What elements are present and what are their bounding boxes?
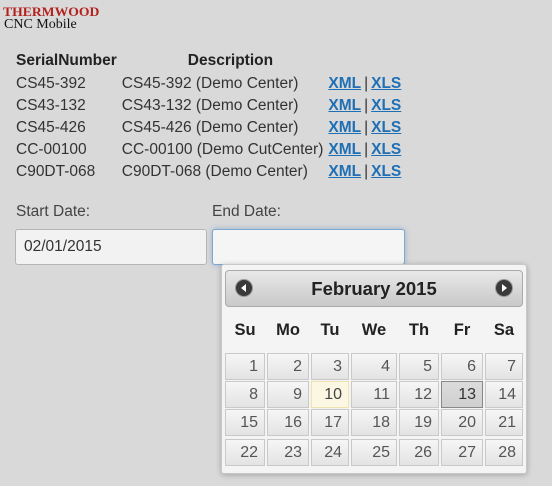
calendar-day[interactable]: 23 bbox=[267, 439, 309, 466]
xls-link[interactable]: XLS bbox=[371, 141, 401, 158]
calendar-day[interactable]: 5 bbox=[399, 353, 439, 380]
link-separator: | bbox=[364, 97, 369, 114]
table-row: C90DT-068 C90DT-068 (Demo Center) XML | XLS bbox=[13, 161, 403, 183]
serial-number-cell: CC-00100 bbox=[16, 141, 87, 158]
description-cell: CS45-392 (Demo Center) bbox=[121, 75, 299, 92]
link-separator: | bbox=[364, 119, 369, 136]
app-logo: THERMWOOD CNC Mobile bbox=[3, 5, 99, 32]
calendar-day[interactable]: 20 bbox=[441, 409, 483, 436]
start-date-input[interactable]: 02/01/2015 bbox=[15, 229, 207, 265]
brand-name: THERMWOOD bbox=[3, 4, 100, 19]
calendar-day[interactable]: 27 bbox=[441, 439, 483, 466]
serial-number-cell: CS45-426 bbox=[16, 119, 86, 136]
date-picker: February 2015 Su Mo Tu We Th Fr Sa 1 2 3 4 5 6 7 8 9 10… bbox=[221, 264, 527, 474]
calendar-day[interactable]: 3 bbox=[311, 353, 349, 380]
table-row: CC-00100 CC-00100 (Demo CutCenter) XML | XLS bbox=[13, 139, 403, 161]
calendar-day[interactable]: 7 bbox=[485, 353, 523, 380]
calendar-day[interactable]: 9 bbox=[267, 381, 309, 408]
circle-triangle-right-icon bbox=[502, 284, 507, 292]
export-links-cell: XML | XLS bbox=[325, 161, 403, 183]
end-date-input[interactable] bbox=[212, 229, 405, 265]
calendar-day[interactable]: 28 bbox=[485, 439, 523, 466]
calendar-day[interactable]: 12 bbox=[399, 381, 439, 408]
export-links-cell: XML | XLS bbox=[325, 117, 403, 139]
calendar-day[interactable]: 19 bbox=[399, 409, 439, 436]
calendar-day[interactable]: 15 bbox=[225, 409, 265, 436]
end-date-label: End Date: bbox=[212, 203, 281, 220]
table-row: CS45-392 CS45-392 (Demo Center) XML | XLS bbox=[13, 73, 403, 95]
calendar-day[interactable]: 2 bbox=[267, 353, 309, 380]
serial-number-cell: C90DT-068 bbox=[16, 163, 96, 180]
calendar-day[interactable]: 21 bbox=[485, 409, 523, 436]
calendar-day[interactable]: 8 bbox=[225, 381, 265, 408]
xls-link[interactable]: XLS bbox=[371, 119, 401, 136]
machines-table: SerialNumber Description CS45-392 CS45-39… bbox=[13, 51, 403, 183]
calendar-day[interactable]: 6 bbox=[441, 353, 483, 380]
calendar-day[interactable]: 13 bbox=[441, 381, 483, 408]
date-picker-header: February 2015 bbox=[225, 270, 523, 307]
weekday-header: Sa bbox=[493, 321, 515, 339]
weekday-header: Fr bbox=[453, 321, 471, 339]
description-cell: C90DT-068 (Demo Center) bbox=[121, 163, 308, 180]
table-header-row: SerialNumber Description bbox=[13, 51, 403, 73]
weekday-header: We bbox=[361, 321, 387, 339]
calendar-day[interactable]: 14 bbox=[485, 381, 523, 408]
description-cell: CS43-132 (Demo Center) bbox=[121, 97, 299, 114]
link-separator: | bbox=[364, 75, 369, 92]
xml-link[interactable]: XML bbox=[328, 97, 361, 114]
export-links-cell: XML | XLS bbox=[325, 95, 403, 117]
xls-link[interactable]: XLS bbox=[371, 97, 401, 114]
calendar-day[interactable]: 11 bbox=[351, 381, 397, 408]
calendar-day[interactable]: 17 bbox=[311, 409, 349, 436]
weekday-header: Th bbox=[408, 321, 430, 339]
table-row: CS45-426 CS45-426 (Demo Center) XML | XLS bbox=[13, 117, 403, 139]
link-separator: | bbox=[364, 141, 369, 158]
description-cell: CC-00100 (Demo CutCenter) bbox=[121, 141, 324, 158]
description-cell: CS45-426 (Demo Center) bbox=[121, 119, 299, 136]
prev-month-button[interactable] bbox=[236, 280, 252, 296]
calendar-day[interactable]: 25 bbox=[351, 439, 397, 466]
calendar-day[interactable]: 10 bbox=[311, 381, 349, 408]
start-date-label: Start Date: bbox=[16, 203, 91, 220]
circle-triangle-left-icon bbox=[241, 284, 246, 292]
month-title: February 2015 bbox=[311, 278, 437, 299]
link-separator: | bbox=[364, 163, 369, 180]
calendar-day[interactable]: 26 bbox=[399, 439, 439, 466]
export-links-cell: XML | XLS bbox=[325, 73, 403, 95]
weekday-header: Mo bbox=[276, 321, 300, 339]
xml-link[interactable]: XML bbox=[328, 141, 361, 158]
next-month-button[interactable] bbox=[496, 280, 512, 296]
serial-number-header: SerialNumber bbox=[16, 51, 117, 69]
calendar-day[interactable]: 16 bbox=[267, 409, 309, 436]
calendar-day[interactable]: 1 bbox=[225, 353, 265, 380]
calendar-day[interactable]: 4 bbox=[351, 353, 397, 380]
xls-link[interactable]: XLS bbox=[371, 75, 401, 92]
serial-number-cell: CS43-132 bbox=[16, 97, 86, 114]
app-subtitle: CNC Mobile bbox=[4, 17, 77, 32]
weekday-header: Su bbox=[234, 321, 256, 339]
description-header: Description bbox=[187, 51, 274, 69]
export-links-cell: XML | XLS bbox=[325, 139, 403, 161]
table-row: CS43-132 CS43-132 (Demo Center) XML | XLS bbox=[13, 95, 403, 117]
serial-number-cell: CS45-392 bbox=[16, 75, 86, 92]
xls-link[interactable]: XLS bbox=[371, 163, 401, 180]
weekday-header: Tu bbox=[320, 321, 340, 339]
calendar-day[interactable]: 24 bbox=[311, 439, 349, 466]
xml-link[interactable]: XML bbox=[328, 119, 361, 136]
calendar-day[interactable]: 22 bbox=[225, 439, 265, 466]
xml-link[interactable]: XML bbox=[328, 163, 361, 180]
calendar-day[interactable]: 18 bbox=[351, 409, 397, 436]
xml-link[interactable]: XML bbox=[328, 75, 361, 92]
